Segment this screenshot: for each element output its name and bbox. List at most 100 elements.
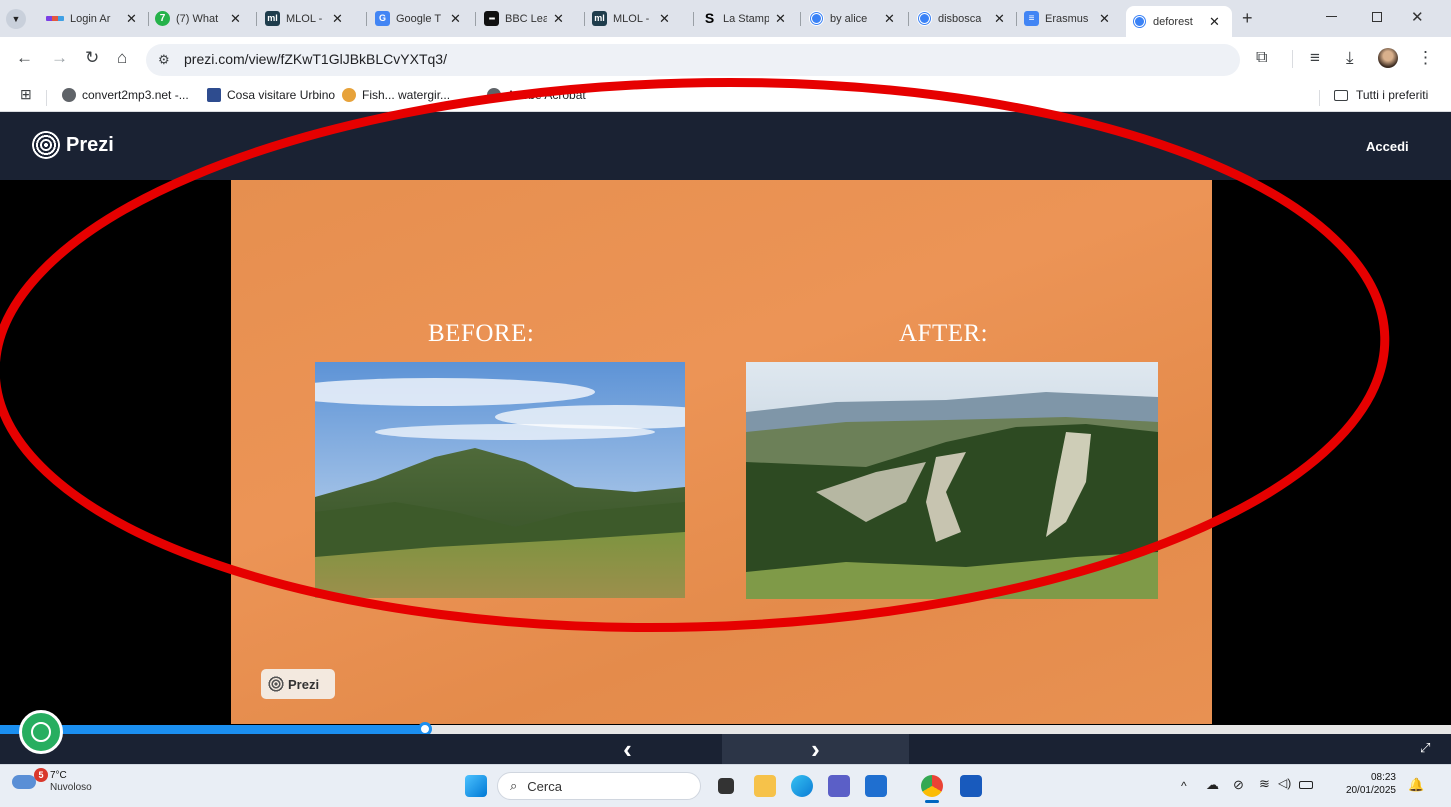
browser-tab-active[interactable]: deforest ✕ (1126, 6, 1232, 37)
file-explorer-icon[interactable] (754, 775, 776, 797)
close-tab-icon[interactable]: ✕ (775, 11, 786, 27)
search-icon: ⌕ (510, 778, 518, 793)
home-icon[interactable]: ⌂ (117, 48, 127, 68)
close-window-icon[interactable]: ✕ (1411, 8, 1424, 26)
reload-icon[interactable]: ↻ (85, 48, 99, 68)
browser-tab[interactable]: ml MLOL - ✕ (265, 6, 343, 31)
tab-label: deforest (1153, 15, 1193, 28)
close-tab-icon[interactable]: ✕ (1209, 14, 1220, 30)
minimize-window-icon[interactable] (1326, 16, 1337, 17)
tab-label: BBC Lea (505, 12, 547, 25)
reading-list-icon[interactable]: ≡ (1310, 48, 1320, 68)
task-view-icon[interactable] (718, 778, 734, 794)
clock[interactable]: 08:23 20/01/2025 (1340, 771, 1396, 797)
prezi-logo-icon (32, 131, 60, 159)
bookmark-item[interactable]: Adobe Acrobat (487, 88, 586, 102)
after-deforested-image (746, 362, 1158, 599)
onedrive-icon[interactable]: ☁ (1206, 777, 1219, 793)
mlol-favicon-icon: ml (265, 11, 280, 26)
vpn-icon[interactable]: ⊘ (1233, 777, 1244, 793)
profile-avatar[interactable] (1378, 48, 1398, 68)
tab-label: by alice (830, 12, 868, 25)
google-translate-favicon-icon: G (375, 11, 390, 26)
bookmark-item[interactable]: Cosa visitare Urbino (207, 88, 335, 102)
weather-badge: 5 (34, 768, 48, 782)
url-text[interactable]: prezi.com/view/fZKwT1GlJBkBLCvYXTq3/ (184, 51, 447, 67)
teams-icon[interactable] (828, 775, 850, 797)
login-link[interactable]: Accedi (1366, 139, 1409, 154)
tab-label: Login Ar (70, 12, 111, 25)
apps-grid-icon[interactable]: ⊞ (20, 86, 32, 103)
prezi-watermark[interactable]: Prezi (261, 669, 335, 699)
progress-fill (0, 725, 426, 734)
store-icon[interactable] (865, 775, 887, 797)
volume-icon[interactable]: ◁) (1278, 776, 1291, 790)
close-tab-icon[interactable]: ✕ (230, 11, 241, 27)
show-hidden-icons-icon[interactable]: ^ (1181, 779, 1187, 793)
tab-label: MLOL - (613, 12, 650, 25)
word-icon[interactable] (960, 775, 982, 797)
windows-start-icon[interactable] (465, 775, 487, 797)
globe-icon (487, 88, 501, 102)
new-tab-button[interactable]: + (1242, 8, 1253, 29)
slide: BEFORE: AFTER: Prezi (231, 180, 1212, 724)
menu-more-icon[interactable]: ⋮ (1417, 48, 1434, 68)
lastampa-favicon-icon: S (704, 10, 715, 26)
close-tab-icon[interactable]: ✕ (884, 11, 895, 27)
taskbar-search-box[interactable]: ⌕ Cerca (497, 772, 701, 800)
browser-tab[interactable]: ▪▪▪ BBC Lea ✕ (484, 6, 564, 31)
fullscreen-icon[interactable]: ⤢ (1420, 740, 1430, 756)
bbc-favicon-icon: ▪▪▪ (484, 11, 499, 26)
close-tab-icon[interactable]: ✕ (332, 11, 343, 27)
wifi-icon[interactable]: ≋ (1259, 776, 1270, 792)
restore-window-icon[interactable] (1372, 12, 1382, 22)
browser-tab[interactable]: G Google T ✕ (375, 6, 461, 31)
bookmark-item[interactable]: Fish... watergir... (342, 88, 450, 102)
previous-step-button[interactable]: ‹ (534, 734, 721, 764)
tab-label: (7) What (176, 12, 219, 25)
edge-icon[interactable] (791, 775, 813, 797)
prezi-favicon-icon (917, 11, 932, 26)
notifications-bell-icon[interactable]: 🔔 (1408, 777, 1424, 793)
prezi-logo-icon (268, 676, 284, 692)
download-icon[interactable]: ⤓ (1346, 48, 1354, 68)
browser-tab[interactable]: S La Stamp ✕ (702, 6, 786, 31)
browser-tab[interactable]: 7 (7) What ✕ (155, 6, 241, 31)
close-tab-icon[interactable]: ✕ (450, 11, 461, 27)
weather-widget[interactable]: 5 7°C Nuvoloso (12, 768, 92, 794)
close-tab-icon[interactable]: ✕ (1099, 11, 1110, 27)
browser-tab[interactable]: Login Ar ✕ (46, 6, 137, 31)
weather-temp: 7°C (50, 770, 67, 781)
prezi-logo[interactable]: Prezi (32, 131, 114, 159)
presentation-progress-bar[interactable] (0, 722, 1451, 736)
next-step-button[interactable]: › (722, 734, 909, 764)
browser-tab[interactable]: ml MLOL - ✕ (592, 6, 670, 31)
globe-icon (62, 88, 76, 102)
battery-icon[interactable] (1299, 781, 1313, 789)
mlol-favicon-icon: ml (592, 11, 607, 26)
chrome-icon[interactable] (921, 775, 943, 797)
tab-list-dropdown-button[interactable]: ▼ (6, 9, 26, 29)
before-title: BEFORE: (428, 320, 535, 347)
close-tab-icon[interactable]: ✕ (994, 11, 1005, 27)
browser-tab[interactable]: ≡ Erasmus ✕ (1024, 6, 1110, 31)
tab-label: disbosca (938, 12, 982, 25)
cloud-icon (12, 775, 36, 789)
extensions-icon[interactable]: ⧉ (1256, 48, 1267, 68)
browser-tab[interactable]: disbosca ✕ (917, 6, 1005, 31)
clock-date: 20/01/2025 (1345, 785, 1396, 796)
close-tab-icon[interactable]: ✕ (553, 11, 564, 27)
cookie-settings-button[interactable] (19, 710, 63, 754)
tab-label: MLOL - (286, 12, 323, 25)
forward-icon[interactable]: → (51, 48, 68, 68)
all-bookmarks-button[interactable]: Tutti i preferiti (1334, 88, 1428, 102)
close-tab-icon[interactable]: ✕ (659, 11, 670, 27)
browser-tab[interactable]: by alice ✕ (809, 6, 895, 31)
site-info-icon[interactable]: ⚙ (158, 52, 170, 68)
close-tab-icon[interactable]: ✕ (126, 11, 137, 27)
prezi-header: Prezi Accedi (0, 112, 1451, 180)
docs-favicon-icon: ≡ (1024, 11, 1039, 26)
bookmark-item[interactable]: convert2mp3.net -... (62, 88, 189, 102)
tab-label: Erasmus (1045, 12, 1089, 25)
back-icon[interactable]: ← (16, 48, 33, 68)
